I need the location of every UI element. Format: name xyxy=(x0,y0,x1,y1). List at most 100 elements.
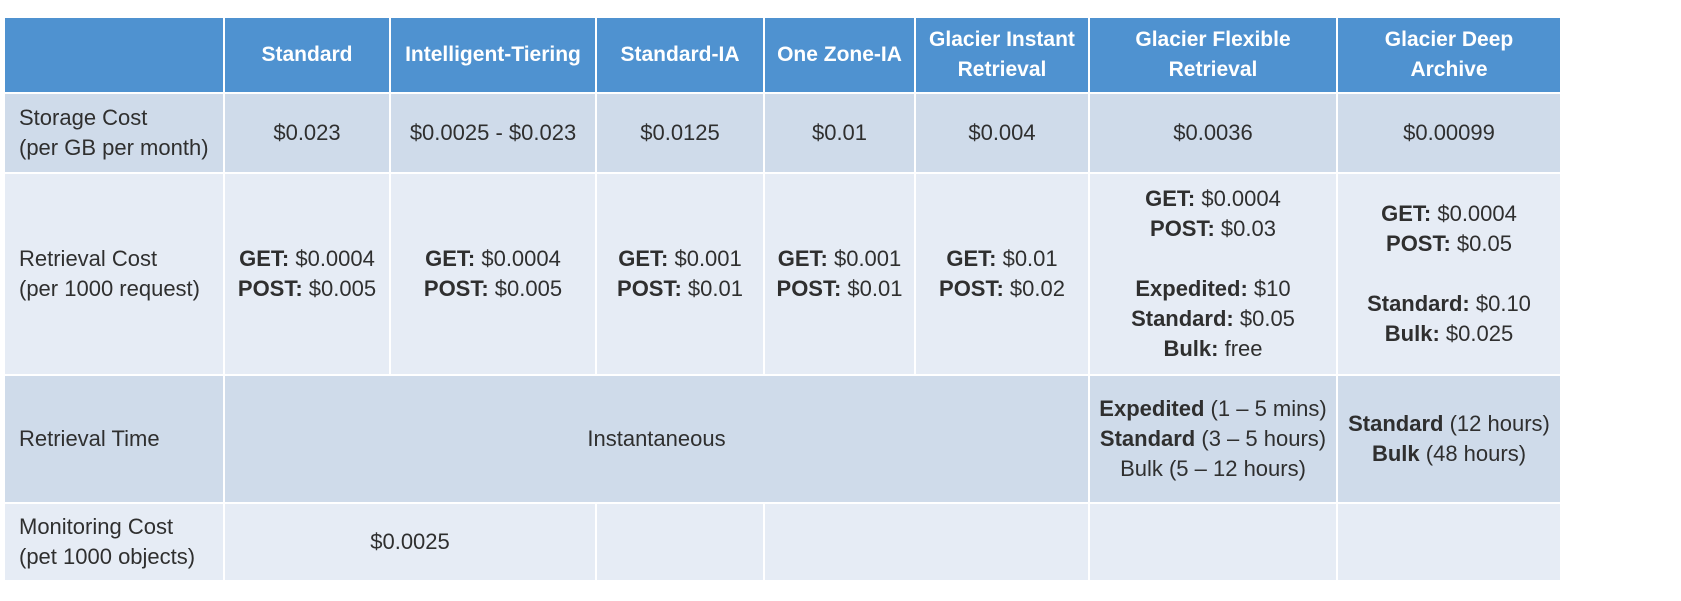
cell-line-key: GET: xyxy=(618,246,669,271)
retrieval-cost-cell: GET: $0.0004 POST: $0.005 xyxy=(225,174,389,374)
retrieval-time-row: Retrieval Time Instantaneous Expedited (… xyxy=(5,376,1560,502)
storage-cost-row: Storage Cost (per GB per month) $0.023 $… xyxy=(5,94,1560,172)
cell-line: Bulk (48 hours) xyxy=(1338,439,1560,469)
cell-line: GET: $0.001 xyxy=(765,244,914,274)
cell-line-key: Bulk: xyxy=(1384,321,1440,346)
cell-line-key: POST: xyxy=(423,276,489,301)
cell-line-value: $0.005 xyxy=(302,276,377,301)
cell-line-value: $0.001 xyxy=(668,246,742,271)
storage-cost-cell: $0.00099 xyxy=(1338,94,1560,172)
cell-line-value: $0.02 xyxy=(1003,276,1065,301)
cell-line: Expedited (1 – 5 mins) xyxy=(1090,394,1336,424)
cell-line: POST: $0.05 xyxy=(1338,229,1560,259)
cell-line: Bulk (5 – 12 hours) xyxy=(1090,454,1336,484)
cell-line-value: $0.0004 xyxy=(475,246,561,271)
cell-line-value: (12 hours) xyxy=(1443,411,1550,436)
storage-cost-cell: $0.0036 xyxy=(1090,94,1336,172)
cell-line-key: GET: xyxy=(425,246,476,271)
retrieval-time-flexible-cell: Expedited (1 – 5 mins) Standard (3 – 5 ho… xyxy=(1090,376,1336,502)
cell-line-value: $0.001 xyxy=(827,246,902,271)
retrieval-cost-row: Retrieval Cost (per 1000 request) GET: $… xyxy=(5,174,1560,374)
cell-line-key: GET: xyxy=(946,246,997,271)
cell-line-value: Bulk (5 – 12 hours) xyxy=(1120,456,1306,481)
cell-line-key: GET: xyxy=(777,246,828,271)
retrieval-cost-cell: GET: $0.0004 POST: $0.03 Expedited: $10 Sta… xyxy=(1090,174,1336,374)
header-glacier-instant-retrieval: Glacier Instant Retrieval xyxy=(916,18,1088,92)
cell-line: Bulk: free xyxy=(1090,334,1336,364)
header-one-zone-ia: One Zone-IA xyxy=(765,18,914,92)
cell-line: POST: $0.005 xyxy=(225,274,389,304)
header-standard-ia: Standard-IA xyxy=(597,18,763,92)
retrieval-cost-cell: GET: $0.001 POST: $0.01 xyxy=(765,174,914,374)
cell-line-value: $10 xyxy=(1247,276,1291,301)
storage-cost-cell: $0.0025 - $0.023 xyxy=(391,94,595,172)
storage-class-comparison-table: Standard Intelligent-Tiering Standard-IA… xyxy=(3,16,1562,582)
cell-line-key: Expedited xyxy=(1099,396,1205,421)
empty-cell xyxy=(1338,504,1560,580)
retrieval-cost-cell: GET: $0.0004 POST: $0.005 xyxy=(391,174,595,374)
cell-line-key: POST: xyxy=(776,276,842,301)
header-intelligent-tiering: Intelligent-Tiering xyxy=(391,18,595,92)
cell-line-value: free xyxy=(1218,336,1263,361)
cell-line: Standard: $0.10 xyxy=(1338,289,1560,319)
cell-line: POST: $0.03 xyxy=(1090,214,1336,244)
storage-cost-cell: $0.023 xyxy=(225,94,389,172)
retrieval-time-label: Retrieval Time xyxy=(5,376,223,502)
cell-line-key: Standard xyxy=(1099,426,1196,451)
cell-line-value: $0.0004 xyxy=(289,246,375,271)
cell-line-key: GET: xyxy=(1381,201,1432,226)
cell-line-value: (3 – 5 hours) xyxy=(1195,426,1327,451)
cell-line-key: Standard: xyxy=(1131,306,1234,331)
cell-line: GET: $0.001 xyxy=(597,244,763,274)
cell-line-value: $0.10 xyxy=(1469,291,1531,316)
retrieval-time-instant-cell: Instantaneous xyxy=(225,376,1088,502)
cell-line: GET: $0.0004 xyxy=(1338,199,1560,229)
header-corner-cell xyxy=(5,18,223,92)
cell-line-key: Expedited: xyxy=(1135,276,1248,301)
storage-cost-cell: $0.0125 xyxy=(597,94,763,172)
header-glacier-deep-archive: Glacier Deep Archive xyxy=(1338,18,1560,92)
cell-line-key: POST: xyxy=(237,276,303,301)
cell-line: POST: $0.01 xyxy=(765,274,914,304)
retrieval-cost-cell: GET: $0.001 POST: $0.01 xyxy=(597,174,763,374)
cell-line-value: $0.0004 xyxy=(1431,201,1517,226)
cell-line-value: (1 – 5 mins) xyxy=(1204,396,1327,421)
cell-line: Bulk: $0.025 xyxy=(1338,319,1560,349)
cell-line-value: $0.03 xyxy=(1214,216,1276,241)
cell-line-key: Bulk xyxy=(1371,441,1420,466)
retrieval-cost-cell: GET: $0.0004 POST: $0.05 Standard: $0.10 Bu… xyxy=(1338,174,1560,374)
cell-line-value: $0.01 xyxy=(996,246,1058,271)
cell-line-key: GET: xyxy=(239,246,290,271)
cell-line: POST: $0.02 xyxy=(916,274,1088,304)
cell-line: POST: $0.005 xyxy=(391,274,595,304)
cell-line-key: GET: xyxy=(1145,186,1196,211)
retrieval-cost-label: Retrieval Cost (per 1000 request) xyxy=(5,174,223,374)
monitoring-cost-row: Monitoring Cost (pet 1000 objects) $0.00… xyxy=(5,504,1560,580)
monitoring-cost-label: Monitoring Cost (pet 1000 objects) xyxy=(5,504,223,580)
cell-line-value: $0.005 xyxy=(488,276,563,301)
cell-line-value: $0.01 xyxy=(681,276,743,301)
cell-line: GET: $0.01 xyxy=(916,244,1088,274)
cell-line: GET: $0.0004 xyxy=(225,244,389,274)
cell-line-key: POST: xyxy=(617,276,682,301)
header-standard: Standard xyxy=(225,18,389,92)
cell-line-value: (48 hours) xyxy=(1419,441,1527,466)
retrieval-cost-cell: GET: $0.01 POST: $0.02 xyxy=(916,174,1088,374)
cell-line-value: $0.01 xyxy=(841,276,903,301)
storage-cost-cell: $0.004 xyxy=(916,94,1088,172)
cell-line: Expedited: $10 xyxy=(1090,274,1336,304)
empty-cell xyxy=(1090,504,1336,580)
cell-line: Standard (3 – 5 hours) xyxy=(1090,424,1336,454)
cell-line-key: Bulk: xyxy=(1163,336,1219,361)
cell-line: GET: $0.0004 xyxy=(391,244,595,274)
storage-cost-label: Storage Cost (per GB per month) xyxy=(5,94,223,172)
cell-line-value: $0.05 xyxy=(1450,231,1512,256)
cell-line-value: $0.025 xyxy=(1439,321,1514,346)
header-glacier-flexible-retrieval: Glacier Flexible Retrieval xyxy=(1090,18,1336,92)
storage-cost-cell: $0.01 xyxy=(765,94,914,172)
cell-line-key: Standard: xyxy=(1367,291,1470,316)
cell-line-key: POST: xyxy=(1386,231,1451,256)
cell-line: Standard (12 hours) xyxy=(1338,409,1560,439)
